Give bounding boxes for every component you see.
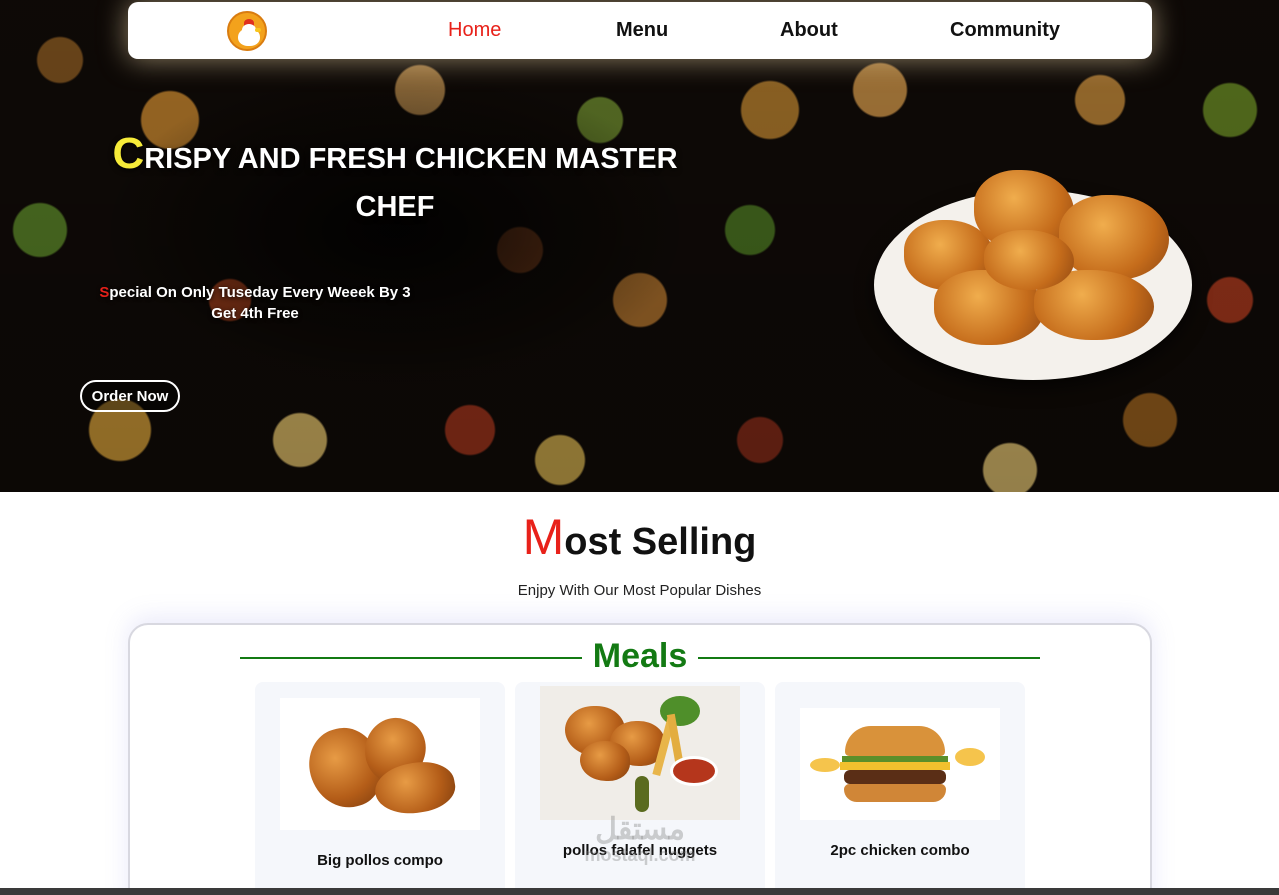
hero-subtitle-initial: S <box>99 284 110 301</box>
watermark-latin: mostaql.com <box>584 845 696 865</box>
most-selling-subtitle: Enjpy With Our Most Popular Dishes <box>517 582 762 599</box>
hero-title-initial: C <box>112 129 145 178</box>
meal-card[interactable]: Big pollos compo <box>255 682 505 895</box>
watermark-arabic: مستقل <box>595 813 685 846</box>
hero-title-line2: CHEF <box>355 191 435 223</box>
window-bottom-bar <box>0 888 1279 895</box>
fried-chicken-plate-image <box>874 170 1192 380</box>
most-selling-title: Most Selling <box>0 508 1279 566</box>
hero-subtitle-line2: Get 4th Free <box>211 305 299 322</box>
meal-image-nuggets <box>540 686 740 820</box>
most-selling-initial: M <box>522 509 565 565</box>
hero-subtitle-text: pecial On Only Tuseday Every Weeek By 3 <box>109 284 411 301</box>
meal-image-drumsticks <box>280 698 480 830</box>
meal-name: Big pollos compo <box>317 852 443 869</box>
hero-title: CRISPY AND FRESH CHICKEN MASTER CHEF <box>100 130 690 231</box>
order-now-button[interactable]: Order Now <box>80 380 180 412</box>
nav-link-menu[interactable]: Menu <box>616 19 668 42</box>
meals-heading: Meals <box>592 637 688 675</box>
nav-link-about[interactable]: About <box>780 19 838 42</box>
watermark: مستقل mostaql.com <box>560 813 720 866</box>
navbar: Home Menu About Community <box>128 2 1152 59</box>
hero-subtitle: Special On Only Tuseday Every Weeek By 3… <box>80 282 430 324</box>
nav-link-community[interactable]: Community <box>950 19 1060 42</box>
most-selling-text: ost Selling <box>564 521 757 563</box>
meal-name: 2pc chicken combo <box>830 842 970 859</box>
hero-title-text: RISPY AND FRESH CHICKEN MASTER <box>144 143 678 175</box>
meal-card[interactable]: 2pc chicken combo <box>775 682 1025 895</box>
nav-link-home[interactable]: Home <box>448 19 501 42</box>
meal-image-burger <box>800 708 1000 820</box>
meals-divider-left <box>240 657 582 659</box>
meals-divider-right <box>698 657 1040 659</box>
rooster-logo-icon[interactable] <box>227 11 267 51</box>
